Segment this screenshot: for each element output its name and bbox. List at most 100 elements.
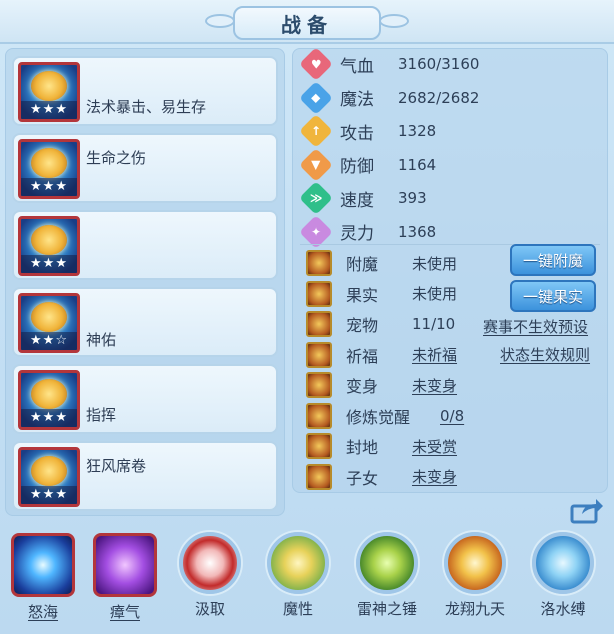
shield-icon: ▼ [299, 147, 333, 182]
stat-name: 攻击 [340, 123, 374, 144]
mana-icon: ◆ [299, 80, 333, 115]
equipment-slot[interactable]: ★★★ 法术暴击、易生存 [12, 56, 278, 126]
blessing-icon [306, 341, 332, 368]
transform-icon [306, 372, 332, 398]
fruit-icon [306, 280, 332, 307]
bonus-value: 11/10 [412, 315, 456, 333]
equipment-label: 指挥 [86, 406, 117, 424]
stat-value: 3160/3160 [398, 55, 480, 73]
skill-icon [444, 532, 506, 594]
equipment-icon: ★★★ [18, 370, 80, 430]
bonus-row[interactable]: 宠物 11/10 [306, 309, 455, 339]
skill-icon [11, 533, 75, 597]
equipment-label: 狂风席卷 [86, 457, 147, 475]
equipment-icon: ★★☆ [18, 293, 80, 353]
one-click-enchant-button[interactable]: 一键附魔 [510, 244, 596, 276]
sword-icon: ↑ [299, 114, 333, 148]
stat-value: 1328 [398, 122, 437, 140]
equipment-slot[interactable]: ★★☆ 神佑 [12, 287, 278, 357]
skill-label: 怒海 [27, 603, 58, 621]
equipment-stars: ★★★ [21, 101, 77, 119]
heart-icon: ♥ [299, 47, 333, 81]
stat-value: 1368 [398, 222, 437, 241]
skill-label: 魔性 [282, 600, 313, 618]
bonus-value: 未使用 [412, 285, 458, 303]
bonus-row[interactable]: 祈福 未祈福 [306, 340, 457, 370]
equipment-slot[interactable]: ★★★ 生命之伤 [12, 133, 278, 203]
stat-row: ≫ 速度 393 [299, 181, 427, 215]
cultivation-icon [306, 402, 332, 429]
equipment-stars: ★★★ [21, 178, 77, 196]
bonus-row[interactable]: 附魔 未使用 [306, 248, 457, 278]
bonus-value[interactable]: 未变身 [412, 375, 457, 396]
bonus-name: 子女 [346, 468, 379, 488]
bonus-value: 未使用 [412, 254, 458, 273]
skill-icon [93, 533, 157, 597]
bonus-row[interactable]: 子女 未变身 [306, 462, 457, 492]
stat-name: 速度 [340, 190, 374, 211]
equipment-slot[interactable]: ★★★ 狂风席卷 [12, 441, 278, 511]
skill-bar: 怒海 瘴气 汲取 魔性 雷神之锤 龙翔九天 洛水缚 [0, 528, 614, 634]
skill-label: 龙翔九天 [444, 600, 505, 618]
equipment-stars: ★★☆ [21, 332, 77, 350]
bonus-row[interactable]: 果实 未使用 [306, 279, 457, 309]
bonus-name: 果实 [346, 285, 379, 305]
equipment-icon: ★★★ [18, 447, 80, 507]
equipment-label: 法术暴击、易生存 [86, 98, 207, 116]
skill-slot[interactable]: 龙翔九天 [440, 528, 510, 619]
bonus-name: 祈福 [346, 346, 379, 366]
equipment-art [31, 379, 67, 409]
skill-label: 洛水缚 [540, 600, 586, 618]
equipment-label: 神佑 [86, 331, 117, 349]
stat-row: ↑ 攻击 1328 [299, 114, 437, 148]
skill-label: 雷神之锤 [356, 600, 417, 618]
one-click-fruit-button[interactable]: 一键果实 [510, 280, 596, 312]
equipment-stars: ★★★ [21, 255, 77, 273]
equipment-art [31, 302, 67, 332]
skill-slot[interactable]: 洛水缚 [528, 528, 598, 619]
stat-name: 灵力 [340, 224, 374, 244]
event-preset-link[interactable]: 赛事不生效预设 [483, 316, 588, 337]
title-ornament-left [205, 14, 235, 28]
equipment-slot[interactable]: ★★★ [12, 210, 278, 280]
skill-slot[interactable]: 魔性 [263, 528, 333, 619]
title-bar: 战备 [0, 0, 614, 44]
stat-row: ◆ 魔法 2682/2682 [299, 80, 479, 115]
equipment-stars: ★★★ [21, 409, 77, 427]
bonus-name: 修炼觉醒 [346, 407, 411, 427]
status-rules-link[interactable]: 状态生效规则 [500, 344, 590, 365]
enchant-icon [306, 250, 332, 276]
skill-slot[interactable]: 汲取 [175, 528, 245, 619]
bonus-value[interactable]: 未祈福 [412, 344, 457, 365]
skill-slot[interactable]: 雷神之锤 [352, 528, 422, 619]
skill-icon [267, 532, 329, 594]
equipment-art [31, 456, 67, 486]
equipment-art [31, 71, 67, 101]
stat-row: ▼ 防御 1164 [299, 147, 437, 182]
equipment-label: 生命之伤 [86, 149, 147, 167]
title-ornament-right [379, 14, 409, 28]
stat-row: ♥ 气血 3160/3160 [299, 47, 480, 81]
bonus-row[interactable]: 变身 未变身 [306, 370, 457, 400]
equipment-stars: ★★★ [21, 486, 77, 504]
stat-value: 1164 [398, 155, 437, 174]
bonus-value[interactable]: 0/8 [440, 407, 464, 425]
skill-slot[interactable]: 怒海 [8, 528, 78, 622]
bonus-value[interactable]: 未受赏 [412, 436, 457, 457]
skill-slot[interactable]: 瘴气 [90, 528, 160, 622]
speed-icon: ≫ [299, 181, 333, 215]
bonus-row[interactable]: 封地 未受赏 [306, 431, 457, 461]
skill-label: 汲取 [194, 600, 225, 618]
equipment-slot[interactable]: ★★★ 指挥 [12, 364, 278, 434]
bonus-name: 封地 [346, 438, 379, 457]
pet-icon [306, 311, 332, 337]
skill-label: 瘴气 [109, 603, 140, 621]
share-icon[interactable] [570, 498, 604, 524]
page-title: 战备 [233, 6, 381, 40]
bonus-name: 变身 [346, 377, 379, 396]
bonus-value[interactable]: 未变身 [412, 466, 457, 487]
equipment-art [31, 225, 67, 255]
bonus-name: 附魔 [346, 255, 379, 274]
bonus-row[interactable]: 修炼觉醒 0/8 [306, 401, 464, 431]
equipment-icon: ★★★ [18, 62, 80, 122]
